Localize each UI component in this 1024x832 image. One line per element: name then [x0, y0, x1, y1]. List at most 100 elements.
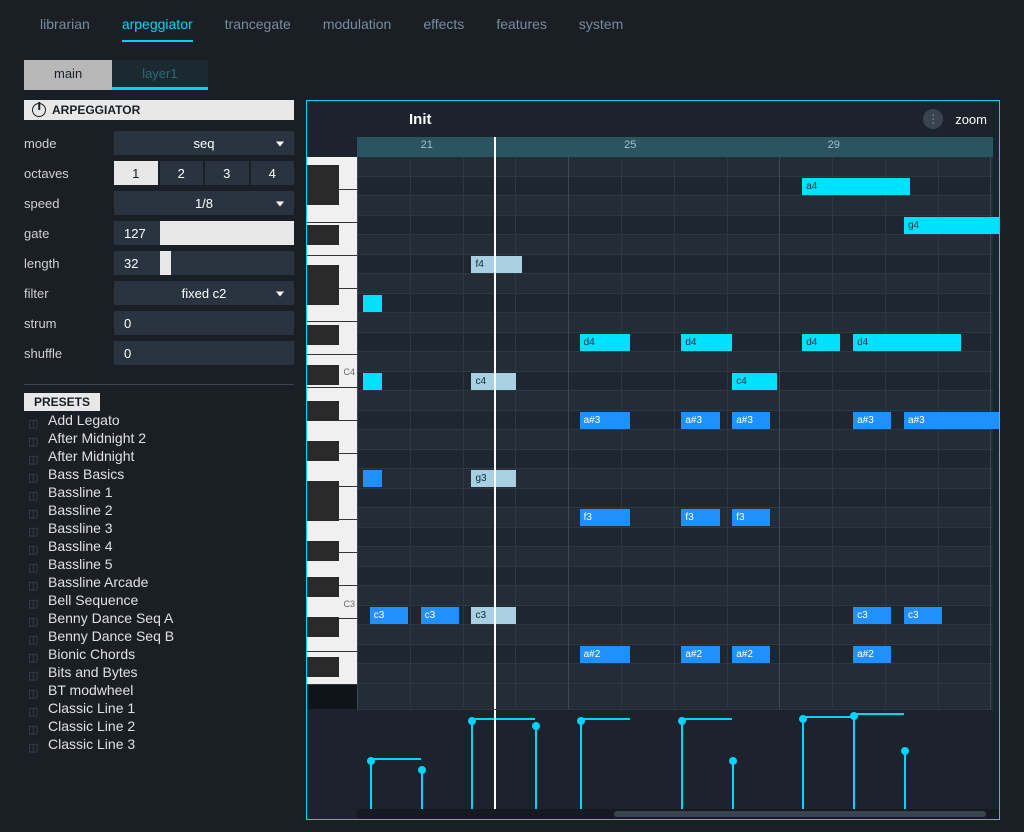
- note-grid[interactable]: a4g4f4d4d4d4d4c4c4a#3a#3a#3a#3a#3g3f3f3f…: [357, 157, 993, 709]
- nav-features[interactable]: features: [496, 16, 547, 42]
- note[interactable]: d4: [580, 334, 631, 351]
- velocity-bar[interactable]: [802, 718, 804, 809]
- subtab-main[interactable]: main: [24, 60, 112, 90]
- note[interactable]: c3: [421, 607, 459, 624]
- zoom-button[interactable]: zoom: [955, 112, 987, 127]
- note[interactable]: f3: [681, 509, 719, 526]
- preset-item[interactable]: Bassline 4: [24, 537, 294, 555]
- preset-item[interactable]: Bassline Arcade: [24, 573, 294, 591]
- note[interactable]: a#3: [580, 412, 631, 429]
- note[interactable]: f4: [471, 256, 522, 273]
- nav-effects[interactable]: effects: [423, 16, 464, 42]
- velocity-bar[interactable]: [535, 725, 537, 809]
- speed-dropdown[interactable]: 1/8: [114, 191, 294, 215]
- playhead[interactable]: [494, 710, 496, 809]
- velocity-bar[interactable]: [421, 769, 423, 809]
- black-key[interactable]: [307, 285, 339, 305]
- note[interactable]: a#2: [853, 646, 891, 663]
- preset-item[interactable]: Add Legato: [24, 411, 294, 429]
- octave-3-button[interactable]: 3: [205, 161, 249, 185]
- black-key[interactable]: [307, 657, 339, 677]
- preset-item[interactable]: Classic Line 2: [24, 717, 294, 735]
- black-key[interactable]: [307, 441, 339, 461]
- note[interactable]: c3: [904, 607, 942, 624]
- presets-list[interactable]: Add LegatoAfter Midnight 2After Midnight…: [24, 411, 294, 820]
- black-key[interactable]: [307, 225, 339, 245]
- note[interactable]: d4: [853, 334, 961, 351]
- preset-item[interactable]: Benny Dance Seq A: [24, 609, 294, 627]
- preset-item[interactable]: After Midnight: [24, 447, 294, 465]
- note[interactable]: c3: [853, 607, 891, 624]
- preset-item[interactable]: Bassline 2: [24, 501, 294, 519]
- preset-item[interactable]: Classic Line 1: [24, 699, 294, 717]
- piano-keys[interactable]: C4C3: [307, 157, 357, 709]
- velocity-bar[interactable]: [471, 720, 473, 809]
- black-key[interactable]: [307, 481, 339, 501]
- note[interactable]: a#3: [732, 412, 770, 429]
- note[interactable]: g4: [904, 217, 1000, 234]
- velocity-bar[interactable]: [904, 750, 906, 809]
- subtab-layer1[interactable]: layer1: [112, 60, 207, 90]
- preset-item[interactable]: Bionic Chords: [24, 645, 294, 663]
- octave-1-button[interactable]: 1: [114, 161, 158, 185]
- velocity-bar[interactable]: [580, 720, 582, 809]
- note[interactable]: f3: [732, 509, 770, 526]
- note[interactable]: a#2: [681, 646, 719, 663]
- filter-dropdown[interactable]: fixed c2: [114, 281, 294, 305]
- preset-item[interactable]: Bits and Bytes: [24, 663, 294, 681]
- note[interactable]: f3: [580, 509, 631, 526]
- black-key[interactable]: [307, 401, 339, 421]
- note[interactable]: a#2: [732, 646, 770, 663]
- note[interactable]: a#3: [904, 412, 1000, 429]
- note[interactable]: a4: [802, 178, 910, 195]
- preset-item[interactable]: Bassline 5: [24, 555, 294, 573]
- preset-item[interactable]: Bassline 3: [24, 519, 294, 537]
- black-key[interactable]: [307, 541, 339, 561]
- nav-arpeggiator[interactable]: arpeggiator: [122, 16, 193, 42]
- velocity-bar[interactable]: [681, 720, 683, 809]
- nav-system[interactable]: system: [579, 16, 623, 42]
- gate-slider[interactable]: 127: [114, 221, 294, 245]
- shuffle-slider[interactable]: 0: [114, 341, 294, 365]
- note[interactable]: a#3: [853, 412, 891, 429]
- black-key[interactable]: [307, 165, 339, 185]
- velocity-bar[interactable]: [370, 760, 372, 810]
- playhead[interactable]: [494, 157, 496, 709]
- playhead[interactable]: [494, 137, 496, 157]
- note[interactable]: a#2: [580, 646, 631, 663]
- menu-icon[interactable]: ⋮: [923, 109, 943, 129]
- power-icon[interactable]: [32, 103, 46, 117]
- preset-item[interactable]: Benny Dance Seq B: [24, 627, 294, 645]
- preset-item[interactable]: Bass Basics: [24, 465, 294, 483]
- nav-trancegate[interactable]: trancegate: [225, 16, 291, 42]
- octave-4-button[interactable]: 4: [251, 161, 295, 185]
- black-key[interactable]: [307, 577, 339, 597]
- strum-slider[interactable]: 0: [114, 311, 294, 335]
- octave-2-button[interactable]: 2: [160, 161, 204, 185]
- note[interactable]: [363, 470, 382, 487]
- nav-modulation[interactable]: modulation: [323, 16, 392, 42]
- note[interactable]: c3: [370, 607, 408, 624]
- length-slider[interactable]: 32: [114, 251, 294, 275]
- preset-item[interactable]: After Midnight 2: [24, 429, 294, 447]
- black-key[interactable]: [307, 501, 339, 521]
- velocity-bar[interactable]: [853, 715, 855, 809]
- scroll-thumb[interactable]: [614, 811, 986, 817]
- black-key[interactable]: [307, 185, 339, 205]
- mode-dropdown[interactable]: seq: [114, 131, 294, 155]
- black-key[interactable]: [307, 265, 339, 285]
- note[interactable]: [363, 373, 382, 390]
- note[interactable]: a#3: [681, 412, 719, 429]
- velocity-bar[interactable]: [732, 760, 734, 810]
- black-key[interactable]: [307, 325, 339, 345]
- horizontal-scrollbar[interactable]: [357, 809, 999, 819]
- note[interactable]: d4: [681, 334, 732, 351]
- preset-item[interactable]: Classic Line 3: [24, 735, 294, 753]
- timeline-ruler[interactable]: 212529: [357, 137, 993, 157]
- preset-item[interactable]: Bassline 1: [24, 483, 294, 501]
- nav-librarian[interactable]: librarian: [40, 16, 90, 42]
- black-key[interactable]: [307, 617, 339, 637]
- note[interactable]: d4: [802, 334, 840, 351]
- note[interactable]: c4: [732, 373, 777, 390]
- black-key[interactable]: [307, 365, 339, 385]
